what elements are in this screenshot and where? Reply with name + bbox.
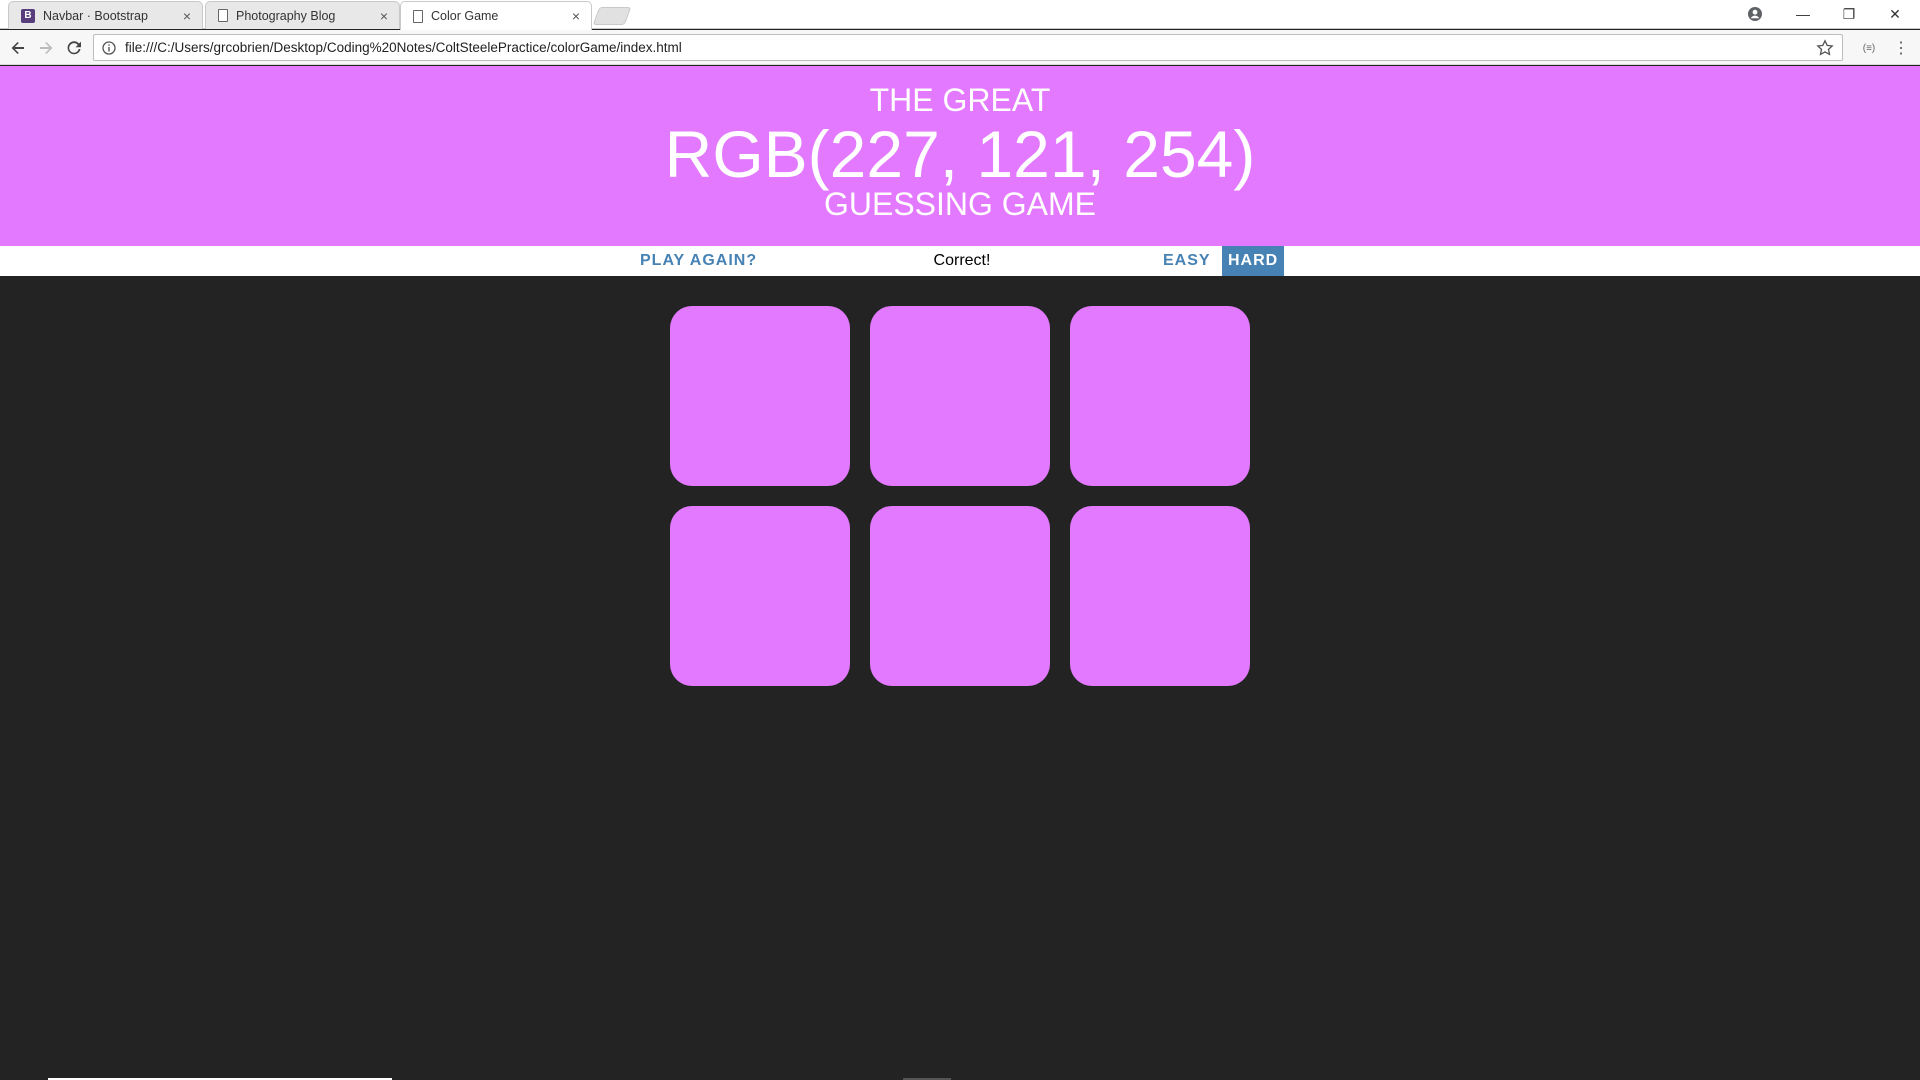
browser-toolbar: file:///C:/Users/grcobrien/Desktop/Codin… [0,30,1920,65]
color-square-4[interactable] [670,506,850,686]
extension-icon[interactable]: (≡) [1860,39,1878,57]
color-square-6[interactable] [1070,506,1250,686]
tab-color-game[interactable]: Color Game × [400,1,592,30]
easy-mode-button[interactable]: EASY [1157,246,1217,276]
tab-navbar-bootstrap[interactable]: B Navbar · Bootstrap × [8,1,203,29]
title-the-great: THE GREAT [869,82,1051,118]
status-message: Correct! [933,252,991,269]
game-header: THE GREAT RGB(227, 121, 254) GUESSING GA… [0,66,1920,246]
page-viewport: THE GREAT RGB(227, 121, 254) GUESSING GA… [0,66,1920,1078]
menu-kebab-icon[interactable]: ⋮ [1892,39,1910,57]
color-square-3[interactable] [1070,306,1250,486]
bootstrap-icon: B [21,8,35,23]
close-window-icon[interactable]: ✕ [1872,0,1918,28]
play-again-button[interactable]: PLAY AGAIN? [634,246,764,276]
info-icon[interactable] [99,38,119,58]
color-square-2[interactable] [870,306,1050,486]
reload-icon[interactable] [62,36,86,60]
document-icon [218,9,228,22]
browser-tab-strip: B Navbar · Bootstrap × Photography Blog … [0,0,1920,30]
new-tab-button[interactable] [592,7,632,25]
color-square-5[interactable] [870,506,1050,686]
document-icon [413,9,423,23]
address-bar[interactable]: file:///C:/Users/grcobrien/Desktop/Codin… [93,34,1843,61]
tab-photography-blog[interactable]: Photography Blog × [205,1,400,29]
close-tab-icon[interactable]: × [180,9,194,23]
close-tab-icon[interactable]: × [569,9,583,23]
tab-title: Color Game [431,9,499,23]
color-square-1[interactable] [670,306,850,486]
url-text: file:///C:/Users/grcobrien/Desktop/Codin… [125,40,682,55]
close-tab-icon[interactable]: × [377,9,391,23]
tab-title: Photography Blog [236,8,336,23]
account-icon[interactable] [1732,0,1778,28]
restore-icon[interactable]: ❐ [1826,0,1872,28]
back-arrow-icon[interactable] [6,36,30,60]
controls-stripe: PLAY AGAIN? Correct! EASY HARD [0,246,1920,276]
tab-title: Navbar · Bootstrap [43,8,148,23]
color-display: RGB(227, 121, 254) [664,117,1256,191]
hard-mode-button[interactable]: HARD [1222,246,1284,276]
minimize-icon[interactable]: — [1780,0,1826,28]
title-guessing-game: GUESSING GAME [823,186,1097,222]
star-icon[interactable] [1816,39,1834,57]
forward-arrow-icon[interactable] [34,36,58,60]
